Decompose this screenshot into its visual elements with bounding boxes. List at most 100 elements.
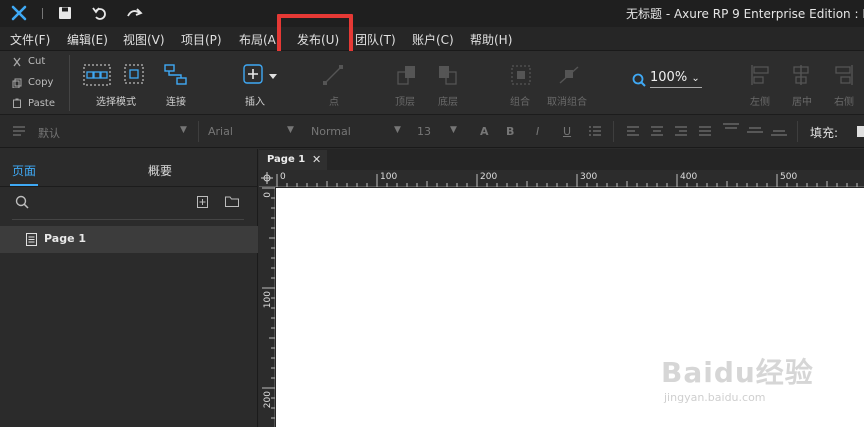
align-center-icon[interactable] <box>790 64 812 86</box>
bold-icon[interactable]: B <box>506 125 514 138</box>
title-bar: 无标题 - Axure RP 9 Enterprise Edition : F <box>0 0 864 27</box>
cut-icon <box>13 57 21 67</box>
menu-view[interactable]: 视图(V) <box>123 31 165 48</box>
style-icon <box>13 126 25 136</box>
zoom-icon <box>632 73 646 87</box>
search-underline <box>12 219 244 220</box>
fill-label: 填充: <box>810 126 839 140</box>
ruler-label: 300 <box>580 172 598 182</box>
insert-icon[interactable] <box>243 64 263 84</box>
align-top-icon[interactable] <box>722 122 740 134</box>
tab-pages[interactable]: 页面 <box>12 162 36 179</box>
chevron-down-icon: ▼ <box>450 125 457 135</box>
ruler-label: 200 <box>480 172 498 182</box>
italic-icon[interactable]: I <box>536 125 539 138</box>
align-middle-icon[interactable] <box>746 126 764 138</box>
tab-outline[interactable]: 概要 <box>148 162 172 179</box>
ruler-label: 100 <box>380 172 398 182</box>
ruler-label: 500 <box>780 172 798 182</box>
divider <box>797 121 798 142</box>
menu-team[interactable]: 团队(T) <box>355 31 396 48</box>
connect-icon[interactable] <box>164 64 188 86</box>
page-icon <box>26 233 37 246</box>
group-icon[interactable] <box>510 64 532 86</box>
copy-button[interactable]: Copy <box>28 77 53 88</box>
divider <box>198 121 199 142</box>
axure-window: 无标题 - Axure RP 9 Enterprise Edition : F … <box>0 0 864 427</box>
fill-color-swatch[interactable] <box>857 126 864 137</box>
chevron-down-icon[interactable] <box>269 74 277 79</box>
align-text-right-icon[interactable] <box>674 125 688 137</box>
ruler-label: 200 <box>263 391 273 409</box>
vertical-ruler: 0 100 200 <box>259 187 275 427</box>
align-right-icon[interactable] <box>832 64 854 86</box>
select-mode-label: 选择模式 <box>96 97 136 108</box>
menu-file[interactable]: 文件(F) <box>10 31 50 48</box>
bullet-list-icon[interactable] <box>588 125 602 137</box>
align-left-icon[interactable] <box>750 64 772 86</box>
divider <box>613 121 614 142</box>
close-icon[interactable]: ✕ <box>312 153 321 166</box>
list-item[interactable]: Page 1 <box>0 226 258 253</box>
pages-panel: 页面 概要 Page 1 <box>0 149 258 427</box>
add-page-icon[interactable] <box>197 196 208 208</box>
undo-icon[interactable] <box>92 5 108 21</box>
point-label: 点 <box>329 97 339 108</box>
chevron-down-icon: ▼ <box>180 125 187 135</box>
chevron-down-icon: ▼ <box>287 125 294 135</box>
add-folder-icon[interactable] <box>225 196 239 207</box>
send-to-back-icon[interactable] <box>437 64 459 86</box>
divider <box>0 186 258 187</box>
underline-icon[interactable]: U <box>563 125 571 138</box>
align-left-label: 左侧 <box>750 97 770 108</box>
tab-page-1[interactable]: Page 1 ✕ <box>259 150 327 170</box>
font-size-dropdown[interactable]: 13 <box>417 125 431 138</box>
menu-account[interactable]: 账户(C) <box>412 31 454 48</box>
menu-edit[interactable]: 编辑(E) <box>67 31 108 48</box>
cut-button[interactable]: Cut <box>28 56 45 67</box>
tab-bar <box>259 149 864 169</box>
bring-to-front-icon[interactable] <box>396 64 418 86</box>
ruler-label: 0 <box>263 192 273 198</box>
save-icon[interactable] <box>58 6 72 20</box>
watermark-brand: Baidu经验 <box>661 356 814 389</box>
page-item-label: Page 1 <box>44 232 87 245</box>
chevron-down-icon: ▼ <box>394 125 401 135</box>
canvas-area: Page 1 ✕ 0 100 200 300 400 500 0 100 200… <box>259 149 864 427</box>
toolbar: Cut Copy Paste 选择模式 连接 插入 点 顶层 底层 组合 取消组… <box>0 51 864 115</box>
paste-button[interactable]: Paste <box>28 98 55 109</box>
style-dropdown[interactable]: 默认 <box>38 125 60 141</box>
chevron-down-icon: ⌄ <box>691 73 700 84</box>
font-weight-dropdown[interactable]: Normal <box>311 125 351 138</box>
zoom-value: 100% <box>650 70 688 85</box>
divider <box>69 55 70 111</box>
top-label: 顶层 <box>395 97 415 108</box>
select-mode-icon[interactable] <box>83 64 111 86</box>
align-text-center-icon[interactable] <box>650 125 664 137</box>
window-title: 无标题 - Axure RP 9 Enterprise Edition : F <box>626 7 864 21</box>
align-bottom-icon[interactable] <box>770 128 788 140</box>
text-color-icon[interactable]: A <box>480 125 489 138</box>
zoom-dropdown[interactable]: 100% ⌄ <box>650 70 702 88</box>
design-canvas[interactable] <box>276 188 864 427</box>
menu-help[interactable]: 帮助(H) <box>470 31 512 48</box>
select-mode-alt-icon[interactable] <box>124 64 144 84</box>
point-icon[interactable] <box>322 64 344 86</box>
divider <box>42 8 43 19</box>
font-dropdown[interactable]: Arial <box>208 125 233 138</box>
align-text-left-icon[interactable] <box>626 125 640 137</box>
tab-page-label: Page 1 <box>267 154 306 165</box>
paste-icon <box>13 98 21 108</box>
bottom-label: 底层 <box>438 97 458 108</box>
ungroup-label: 取消组合 <box>547 97 587 108</box>
insert-label: 插入 <box>245 97 265 108</box>
ruler-corner-icon[interactable] <box>261 172 273 184</box>
menu-bar: 文件(F) 编辑(E) 视图(V) 项目(P) 布局(A 发布(U) 团队(T)… <box>0 27 864 51</box>
ruler-label: 0 <box>280 172 286 182</box>
justify-icon[interactable] <box>698 125 712 137</box>
search-icon[interactable] <box>15 195 29 209</box>
ungroup-icon[interactable] <box>557 64 581 86</box>
redo-icon[interactable] <box>126 5 144 21</box>
menu-layout[interactable]: 布局(A <box>239 31 276 48</box>
menu-project[interactable]: 项目(P) <box>181 31 222 48</box>
